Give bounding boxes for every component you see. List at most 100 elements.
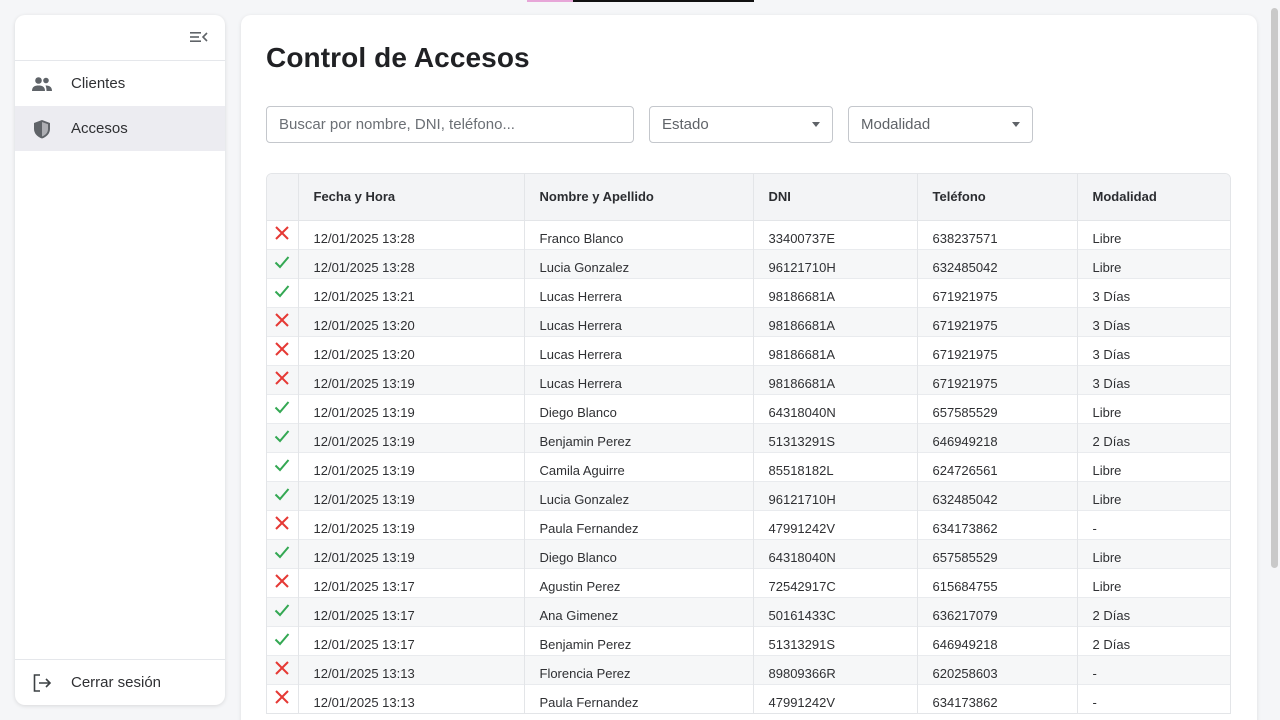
table-row[interactable]: 12/01/2025 13:19 Lucas Herrera 98186681A 67… xyxy=(267,364,1230,394)
status-cell xyxy=(267,277,299,307)
cell-dni: 98186681A xyxy=(753,277,918,307)
table-body: 12/01/2025 13:28 Franco Blanco 33400737E 63… xyxy=(267,219,1230,713)
modalidad-select-label: Modalidad xyxy=(861,116,931,133)
cell-name: Diego Blanco xyxy=(524,538,754,568)
status-cell xyxy=(267,683,299,713)
cell-dni: 47991242V xyxy=(753,509,918,539)
cell-phone: 624726561 xyxy=(917,451,1078,481)
table-row[interactable]: 12/01/2025 13:19 Diego Blanco 64318040N 657… xyxy=(267,393,1230,423)
column-header-nombre[interactable]: Nombre y Apellido xyxy=(524,174,754,220)
check-icon xyxy=(275,458,290,471)
check-icon xyxy=(275,429,290,442)
cell-modality: 3 Días xyxy=(1077,277,1230,307)
cell-phone: 646949218 xyxy=(917,625,1078,655)
cell-modality: Libre xyxy=(1077,248,1230,278)
cell-datetime: 12/01/2025 13:19 xyxy=(298,480,525,510)
cell-modality: - xyxy=(1077,654,1230,684)
table-row[interactable]: 12/01/2025 13:28 Franco Blanco 33400737E 63… xyxy=(267,219,1230,249)
cell-datetime: 12/01/2025 13:19 xyxy=(298,393,525,423)
cell-datetime: 12/01/2025 13:19 xyxy=(298,538,525,568)
cell-phone: 646949218 xyxy=(917,422,1078,452)
top-progress-accent xyxy=(527,0,754,2)
column-header-telefono[interactable]: Teléfono xyxy=(917,174,1078,220)
estado-select[interactable]: Estado xyxy=(649,106,833,143)
table-row[interactable]: 12/01/2025 13:19 Lucia Gonzalez 96121710H 6… xyxy=(267,480,1230,510)
sidebar-item-accesos[interactable]: Accesos xyxy=(15,106,225,151)
table-row[interactable]: 12/01/2025 13:13 Paula Fernandez 47991242V… xyxy=(267,683,1230,713)
cell-phone: 632485042 xyxy=(917,248,1078,278)
cell-phone: 657585529 xyxy=(917,538,1078,568)
status-cell xyxy=(267,422,299,452)
cell-name: Camila Aguirre xyxy=(524,451,754,481)
cell-dni: 51313291S xyxy=(753,422,918,452)
cell-name: Agustin Perez xyxy=(524,567,754,597)
collapse-menu-icon[interactable] xyxy=(189,29,211,47)
shield-icon xyxy=(31,118,53,140)
sidebar-item-clientes[interactable]: Clientes xyxy=(15,61,225,106)
close-icon xyxy=(275,660,289,675)
status-cell xyxy=(267,248,299,278)
column-header-fecha[interactable]: Fecha y Hora xyxy=(298,174,525,220)
cell-name: Ana Gimenez xyxy=(524,596,754,626)
table-row[interactable]: 12/01/2025 13:17 Agustin Perez 72542917C 61… xyxy=(267,567,1230,597)
logout-button[interactable]: Cerrar sesión xyxy=(15,659,225,705)
table-row[interactable]: 12/01/2025 13:19 Paula Fernandez 47991242V… xyxy=(267,509,1230,539)
status-cell xyxy=(267,219,299,249)
table-row[interactable]: 12/01/2025 13:17 Benjamin Perez 51313291S 6… xyxy=(267,625,1230,655)
search-input[interactable] xyxy=(266,106,634,143)
people-icon xyxy=(31,73,53,95)
table-row[interactable]: 12/01/2025 13:20 Lucas Herrera 98186681A 67… xyxy=(267,306,1230,336)
status-cell xyxy=(267,480,299,510)
table-row[interactable]: 12/01/2025 13:28 Lucia Gonzalez 96121710H 6… xyxy=(267,248,1230,278)
cell-phone: 636217079 xyxy=(917,596,1078,626)
cell-dni: 96121710H xyxy=(753,480,918,510)
cell-datetime: 12/01/2025 13:13 xyxy=(298,654,525,684)
cell-dni: 33400737E xyxy=(753,219,918,249)
cell-dni: 47991242V xyxy=(753,683,918,713)
page-scrollbar[interactable] xyxy=(1271,8,1278,568)
cell-name: Lucas Herrera xyxy=(524,335,754,365)
cell-modality: 2 Días xyxy=(1077,596,1230,626)
close-icon xyxy=(275,225,289,240)
status-cell xyxy=(267,393,299,423)
sidebar: Clientes Accesos Cerrar sesión xyxy=(15,15,225,705)
table-row[interactable]: 12/01/2025 13:19 Camila Aguirre 85518182L 6… xyxy=(267,451,1230,481)
cell-phone: 615684755 xyxy=(917,567,1078,597)
cell-name: Lucas Herrera xyxy=(524,306,754,336)
status-cell xyxy=(267,451,299,481)
close-icon xyxy=(275,573,289,588)
table-row[interactable]: 12/01/2025 13:19 Diego Blanco 64318040N 657… xyxy=(267,538,1230,568)
page-title: Control de Accesos xyxy=(266,42,530,73)
sidebar-item-label: Accesos xyxy=(71,120,128,137)
cell-modality: Libre xyxy=(1077,219,1230,249)
modalidad-select[interactable]: Modalidad xyxy=(848,106,1033,143)
status-cell xyxy=(267,538,299,568)
cell-name: Benjamin Perez xyxy=(524,625,754,655)
check-icon xyxy=(275,487,290,500)
column-header-modalidad[interactable]: Modalidad xyxy=(1077,174,1230,220)
status-cell xyxy=(267,596,299,626)
table-row[interactable]: 12/01/2025 13:20 Lucas Herrera 98186681A 67… xyxy=(267,335,1230,365)
status-cell xyxy=(267,306,299,336)
cell-name: Lucia Gonzalez xyxy=(524,248,754,278)
chevron-down-icon xyxy=(1012,122,1020,127)
table-row[interactable]: 12/01/2025 13:21 Lucas Herrera 98186681A 67… xyxy=(267,277,1230,307)
cell-datetime: 12/01/2025 13:19 xyxy=(298,422,525,452)
status-cell xyxy=(267,625,299,655)
logout-icon xyxy=(31,672,53,694)
cell-name: Lucas Herrera xyxy=(524,277,754,307)
column-header-dni[interactable]: DNI xyxy=(753,174,918,220)
table-row[interactable]: 12/01/2025 13:19 Benjamin Perez 51313291S 6… xyxy=(267,422,1230,452)
cell-datetime: 12/01/2025 13:21 xyxy=(298,277,525,307)
logout-label: Cerrar sesión xyxy=(71,674,162,691)
chevron-down-icon xyxy=(812,122,820,127)
table-row[interactable]: 12/01/2025 13:17 Ana Gimenez 50161433C 6362… xyxy=(267,596,1230,626)
cell-modality: Libre xyxy=(1077,393,1230,423)
cell-modality: Libre xyxy=(1077,480,1230,510)
cell-modality: - xyxy=(1077,509,1230,539)
table-header-row: Fecha y Hora Nombre y Apellido DNI Teléf… xyxy=(267,174,1230,220)
cell-datetime: 12/01/2025 13:19 xyxy=(298,364,525,394)
cell-datetime: 12/01/2025 13:20 xyxy=(298,306,525,336)
table-row[interactable]: 12/01/2025 13:13 Florencia Perez 89809366R… xyxy=(267,654,1230,684)
close-icon xyxy=(275,341,289,356)
